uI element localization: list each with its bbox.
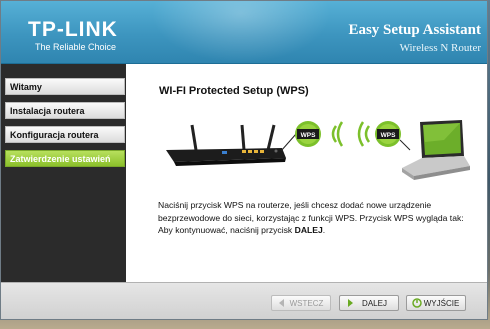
page-title: WI-FI Protected Setup (WPS): [159, 85, 309, 97]
wps-illustration: WPS WPS: [166, 120, 470, 180]
instructions-paragraph: Naciśnij przycisk WPS na routerze, jeśli…: [158, 200, 464, 223]
header-glow: [151, 1, 331, 63]
pointer-line-right: [399, 139, 411, 151]
back-button[interactable]: WSTECZ: [271, 295, 331, 311]
header-banner: TP-LINK The Reliable Choice Easy Setup A…: [1, 1, 487, 64]
app-title: Easy Setup Assistant: [348, 22, 481, 38]
arrow-left-icon: [279, 299, 284, 307]
main-content: WI-FI Protected Setup (WPS) WPS WPS Naci…: [126, 64, 487, 282]
footer-bar: WSTECZ DALEJ WYJŚCIE: [1, 282, 487, 319]
arrow-right-icon: [348, 299, 353, 307]
continue-strong: DALEJ: [294, 225, 323, 235]
exit-button[interactable]: WYJŚCIE: [406, 295, 466, 311]
sidebar-item-witamy[interactable]: Witamy: [5, 78, 125, 95]
sidebar-item-zatwierdzenie[interactable]: Zatwierdzenie ustawień: [5, 150, 125, 167]
app-subtitle: Wireless N Router: [399, 42, 481, 54]
sidebar-item-konfiguracja[interactable]: Konfiguracja routera: [5, 126, 125, 143]
pointer-line: [280, 133, 297, 152]
tp-link-logo: TP-LINK: [28, 18, 118, 41]
exit-button-label: WYJŚCIE: [423, 298, 460, 308]
wifi-waves-right: [357, 121, 371, 147]
continue-prefix: Aby kontynuować, naciśnij przycisk: [158, 225, 295, 235]
wps-badge-left: WPS: [295, 121, 321, 147]
next-button[interactable]: DALEJ: [339, 295, 399, 311]
exit-icon: [412, 298, 422, 308]
continue-suffix: .: [322, 225, 326, 235]
wps-badge-right-text: WPS: [381, 132, 396, 139]
back-button-label: WSTECZ: [289, 298, 324, 308]
wifi-waves-left: [331, 121, 344, 147]
wps-badge-right: WPS: [375, 121, 401, 147]
wps-badge-left-text: WPS: [301, 132, 316, 139]
sidebar-item-instalacja[interactable]: Instalacja routera: [5, 102, 125, 119]
logo-tagline: The Reliable Choice: [35, 42, 117, 52]
router-image: [166, 124, 286, 166]
continue-paragraph: Aby kontynuować, naciśnij przycisk DALEJ…: [158, 224, 480, 237]
laptop-image: [402, 120, 470, 180]
sidebar: Witamy Instalacja routera Konfiguracja r…: [1, 64, 126, 282]
instructions-text: Naciśnij przycisk WPS na routerze, jeśli…: [158, 199, 480, 237]
next-button-label: DALEJ: [362, 298, 387, 308]
setup-window: TP-LINK The Reliable Choice Easy Setup A…: [0, 0, 488, 320]
